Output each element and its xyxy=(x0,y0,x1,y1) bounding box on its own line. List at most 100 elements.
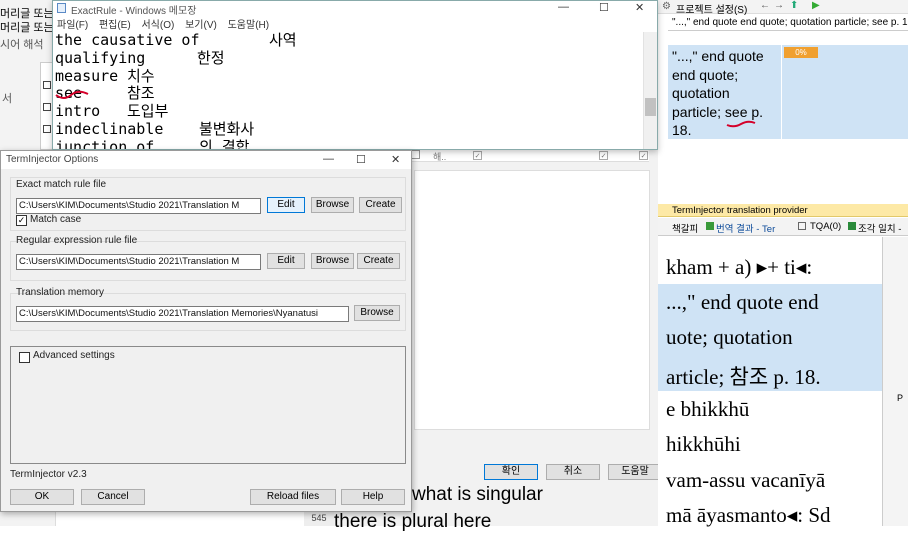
reload-files-button[interactable]: Reload files xyxy=(250,489,336,505)
regex-edit-button[interactable]: Edit xyxy=(267,253,305,269)
editor-line[interactable]: e bhikkhū xyxy=(666,397,749,422)
close-button[interactable]: ✕ xyxy=(635,1,644,14)
mid-ok-button[interactable]: 확인 xyxy=(484,464,538,480)
editor-line[interactable]: hikkhūhi xyxy=(666,432,741,457)
regex-create-button[interactable]: Create xyxy=(357,253,400,269)
grid-checkbox[interactable] xyxy=(411,150,420,159)
notepad-window: ExactRule - Windows 메모장 — ☐ ✕ 파일(F) 편집(E… xyxy=(52,0,658,150)
list-checkbox[interactable] xyxy=(43,81,51,89)
notepad-scrollbar[interactable] xyxy=(643,32,657,149)
tab-translation-results[interactable]: 번역 결과 - Ter xyxy=(716,221,775,235)
rule-term: qualifying xyxy=(55,48,146,67)
grid-checkbox[interactable]: ✓ xyxy=(599,151,608,160)
project-settings-menu[interactable]: 프로젝트 설정(S) xyxy=(676,1,747,16)
advanced-settings-checkbox[interactable] xyxy=(19,352,30,363)
editor-line[interactable]: article; 참조 p. 18. xyxy=(666,361,821,391)
help-button[interactable]: Help xyxy=(341,489,405,505)
cancel-button[interactable]: Cancel xyxy=(81,489,145,505)
advanced-settings-label: Advanced settings xyxy=(33,350,115,361)
translation-memory-path-input[interactable]: C:\Users\KIM\Documents\Studio 2021\Trans… xyxy=(16,306,349,322)
mid-cancel-button[interactable]: 취소 xyxy=(546,464,600,480)
spelling-squiggle xyxy=(55,90,89,99)
notepad-text-area[interactable]: the causative of 사역 qualifying 한정 measur… xyxy=(55,32,643,149)
scrollbar-thumb[interactable] xyxy=(645,98,656,116)
tm-browse-button[interactable]: Browse xyxy=(354,305,400,321)
menu-help[interactable]: 도움말(H) xyxy=(228,20,269,31)
menu-view[interactable]: 보기(V) xyxy=(185,20,217,31)
source-cell[interactable]: "...," end quote end quote; quotation pa… xyxy=(668,45,781,139)
rule-line: junction of 의 결합 xyxy=(55,137,643,149)
list-checkbox[interactable] xyxy=(43,125,51,133)
rule-line: measure 치수 xyxy=(55,66,643,86)
provider-title-bar: TermInjector translation provider xyxy=(658,204,908,217)
list-checkbox[interactable] xyxy=(43,103,51,111)
notepad-title: ExactRule - Windows 메모장 xyxy=(71,6,197,17)
minimize-button[interactable]: — xyxy=(558,1,569,13)
provider-tabs: 책갈피 번역 결과 - Ter TQA(0) 조각 일치 - xyxy=(658,218,908,236)
settings-icon[interactable]: ⚙ xyxy=(662,1,671,12)
grid-body xyxy=(414,170,650,430)
notepad-menubar: 파일(F) 편집(E) 서식(O) 보기(V) 도움말(H) xyxy=(53,16,657,32)
header-footer-label: 머리글 또는 xyxy=(0,22,54,34)
tab-bookmarks[interactable]: 책갈피 xyxy=(672,221,698,235)
segment-number: 545 xyxy=(304,510,334,526)
target-cell[interactable]: 0% xyxy=(782,45,908,139)
rule-translation: 불변화사 xyxy=(199,119,255,138)
segment-text[interactable]: what is singular xyxy=(412,484,543,506)
notepad-icon xyxy=(57,3,66,13)
match-case-checkbox[interactable]: ✓ xyxy=(16,215,27,226)
rule-term: junction of xyxy=(55,137,155,149)
rule-line: see 참조 xyxy=(55,84,643,103)
rule-line: the causative of 사역 xyxy=(55,32,643,50)
divider xyxy=(668,30,908,31)
right-toolbar: ⚙ 프로젝트 설정(S) ← → ⬆ ▶ xyxy=(658,0,908,16)
editor-line[interactable]: ...," end quote end xyxy=(666,290,819,315)
tab-fragment-match[interactable]: 조각 일치 - xyxy=(858,221,901,235)
source-header-text: "...," end quote end quote; quotation pa… xyxy=(672,17,908,28)
background-right-panel: ⚙ 프로젝트 설정(S) ← → ⬆ ▶ "...," end quote en… xyxy=(658,0,908,528)
rule-term: the causative of xyxy=(55,32,200,49)
regex-path-input[interactable]: C:\Users\KIM\Documents\Studio 2021\Trans… xyxy=(16,254,261,270)
provider-title: TermInjector translation provider xyxy=(672,205,808,216)
rule-translation: 한정 xyxy=(197,48,225,67)
ok-button[interactable]: OK xyxy=(10,489,74,505)
create-button[interactable]: Create xyxy=(359,197,402,213)
editor-line[interactable]: kham + a) ▸+ ti◂: xyxy=(666,255,812,280)
dialog-title: TermInjector Options xyxy=(6,154,99,165)
editor-line[interactable]: uote; quotation xyxy=(666,325,793,350)
terminjector-options-dialog: TermInjector Options — ☐ ✕ Exact match r… xyxy=(0,150,412,512)
grid-checkbox[interactable]: ✓ xyxy=(639,151,648,160)
dialog-titlebar: TermInjector Options — ☐ ✕ xyxy=(1,151,411,169)
rule-term: measure xyxy=(55,66,119,85)
side-marker: P xyxy=(897,393,904,403)
minimize-button[interactable]: — xyxy=(323,153,334,165)
regex-browse-button[interactable]: Browse xyxy=(311,253,354,269)
exact-match-label: Exact match rule file xyxy=(16,179,107,190)
close-button[interactable]: ✕ xyxy=(391,153,400,166)
menu-edit[interactable]: 편집(E) xyxy=(99,20,131,31)
play-icon[interactable]: ▶ xyxy=(812,0,820,11)
rule-term: indeclinable xyxy=(55,119,164,138)
advanced-settings-panel xyxy=(10,346,406,464)
forward-arrow-icon[interactable]: → xyxy=(774,0,784,11)
maximize-button[interactable]: ☐ xyxy=(599,1,609,14)
grid-header-cell: 해.. xyxy=(433,152,447,162)
menu-format[interactable]: 서식(O) xyxy=(141,20,174,31)
rule-translation: 도입부 xyxy=(127,102,169,121)
editor-line[interactable]: vam-assu vacanīyā xyxy=(666,468,825,493)
pin-icon[interactable]: ⬆ xyxy=(790,0,798,11)
maximize-button[interactable]: ☐ xyxy=(356,153,366,166)
rule-translation: 사역 xyxy=(269,32,297,49)
grid-checkbox[interactable]: ✓ xyxy=(473,151,482,160)
browse-button[interactable]: Browse xyxy=(311,197,354,213)
exact-match-path-input[interactable]: C:\Users\KIM\Documents\Studio 2021\Trans… xyxy=(16,198,261,214)
edit-button[interactable]: Edit xyxy=(267,197,305,213)
tab-tqa[interactable]: TQA(0) xyxy=(810,221,841,232)
menu-file[interactable]: 파일(F) xyxy=(57,20,88,31)
rule-line: qualifying 한정 xyxy=(55,48,643,68)
editor-line[interactable]: mā āyasmanto◂: Sd xyxy=(666,503,831,528)
segment-text[interactable]: there is plural here xyxy=(334,511,491,533)
mid-help-button[interactable]: 도움말 xyxy=(608,464,662,480)
results-icon xyxy=(706,222,714,230)
back-arrow-icon[interactable]: ← xyxy=(760,0,770,11)
